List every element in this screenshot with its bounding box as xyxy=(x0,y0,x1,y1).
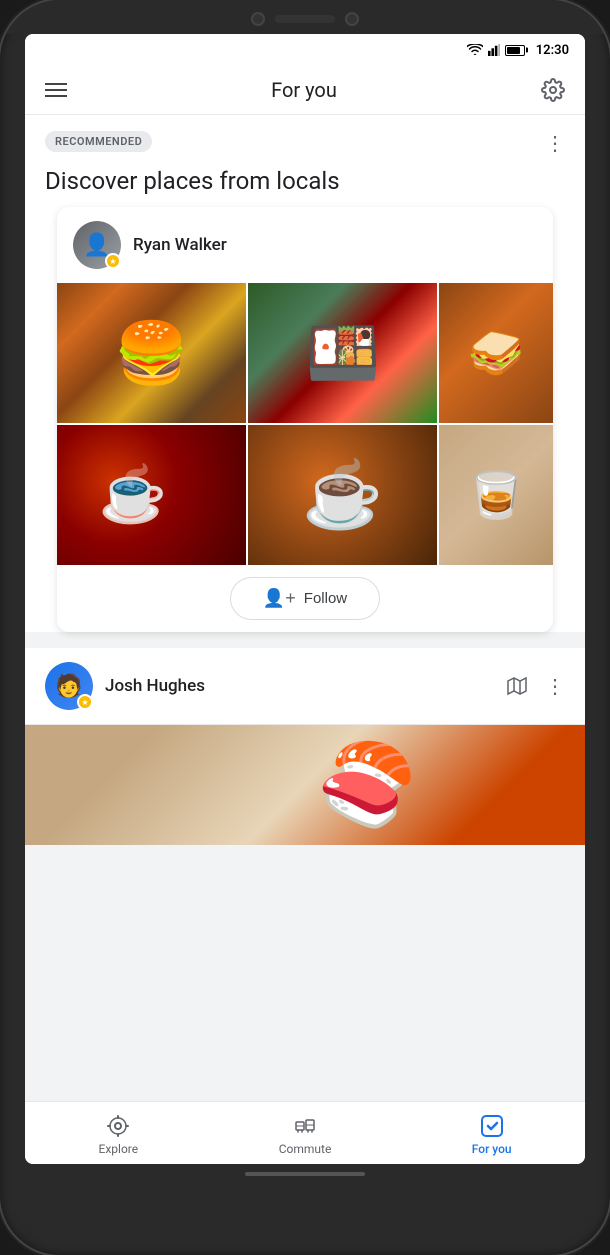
nav-commute[interactable]: Commute xyxy=(212,1110,399,1160)
status-icons: 12:30 xyxy=(467,43,569,58)
for-you-nav-label: For you xyxy=(472,1142,512,1156)
camera-2 xyxy=(345,12,359,26)
section-title: Discover places from locals xyxy=(25,163,585,207)
ryan-verified-badge: ★ xyxy=(105,253,121,269)
nav-explore[interactable]: Explore xyxy=(25,1110,212,1160)
photo-sandwich[interactable] xyxy=(439,283,553,423)
photo-latte[interactable] xyxy=(248,425,437,565)
josh-name: Josh Hughes xyxy=(105,676,205,696)
ryan-name: Ryan Walker xyxy=(133,235,227,255)
header-title: For you xyxy=(271,78,337,102)
josh-user-row: 🧑 ★ Josh Hughes ⋮ xyxy=(25,648,585,725)
wifi-icon xyxy=(467,44,483,56)
recommended-badge: RECOMMENDED xyxy=(45,131,152,152)
photo-sushi[interactable] xyxy=(248,283,437,423)
explore-nav-icon xyxy=(106,1114,130,1138)
main-content: RECOMMENDED ⋮ Discover places from local… xyxy=(25,115,585,1101)
speaker-grill xyxy=(275,15,335,23)
follow-button[interactable]: 👤+ Follow xyxy=(230,577,380,620)
josh-avatar-container: 🧑 ★ xyxy=(45,662,93,710)
section-header: RECOMMENDED ⋮ xyxy=(25,115,585,163)
phone-screen: 12:30 For you RECOMMENDED ⋮ xyxy=(25,34,585,1164)
ryan-avatar-container: 👤 ★ xyxy=(73,221,121,269)
photo-coffee-red[interactable] xyxy=(57,425,246,565)
hamburger-line-3 xyxy=(45,95,67,97)
home-indicator xyxy=(245,1172,365,1176)
explore-nav-label: Explore xyxy=(99,1142,139,1156)
hamburger-line-2 xyxy=(45,89,67,91)
for-you-nav-icon xyxy=(480,1114,504,1138)
hamburger-menu-button[interactable] xyxy=(45,83,67,97)
user-card-header: 👤 ★ Ryan Walker xyxy=(57,207,553,283)
follow-label: Follow xyxy=(304,590,347,607)
josh-more-button[interactable]: ⋮ xyxy=(545,674,565,698)
josh-info: Josh Hughes xyxy=(105,676,493,696)
add-person-icon: 👤+ xyxy=(263,588,296,609)
photo-grid xyxy=(57,283,553,565)
app-header: For you xyxy=(25,66,585,115)
map-icon[interactable] xyxy=(505,674,529,698)
star-icon-josh: ★ xyxy=(81,698,88,707)
photo-glass[interactable] xyxy=(439,425,553,565)
hamburger-line-1 xyxy=(45,83,67,85)
commute-nav-label: Commute xyxy=(279,1142,332,1156)
photo-burger[interactable] xyxy=(57,283,246,423)
food-preview xyxy=(25,725,585,845)
phone-top xyxy=(0,0,610,34)
josh-verified-badge: ★ xyxy=(77,694,93,710)
josh-section: 🧑 ★ Josh Hughes ⋮ xyxy=(25,648,585,845)
commute-nav-icon xyxy=(293,1114,317,1138)
follow-btn-container: 👤+ Follow xyxy=(57,565,553,632)
status-bar: 12:30 xyxy=(25,34,585,66)
bottom-nav: Explore Commute xyxy=(25,1101,585,1164)
camera-speaker xyxy=(251,12,359,26)
battery-icon xyxy=(505,45,525,56)
camera xyxy=(251,12,265,26)
nav-for-you[interactable]: For you xyxy=(398,1110,585,1160)
user-card-ryan: 👤 ★ Ryan Walker xyxy=(57,207,553,632)
more-options-button[interactable]: ⋮ xyxy=(545,131,565,155)
josh-actions: ⋮ xyxy=(505,674,565,698)
settings-icon[interactable] xyxy=(541,78,565,102)
recommended-section: RECOMMENDED ⋮ Discover places from local… xyxy=(25,115,585,632)
star-icon: ★ xyxy=(109,257,116,266)
status-time: 12:30 xyxy=(536,43,569,58)
battery-fill xyxy=(507,47,520,54)
phone-frame: 12:30 For you RECOMMENDED ⋮ xyxy=(0,0,610,1255)
signal-icon xyxy=(488,44,500,56)
